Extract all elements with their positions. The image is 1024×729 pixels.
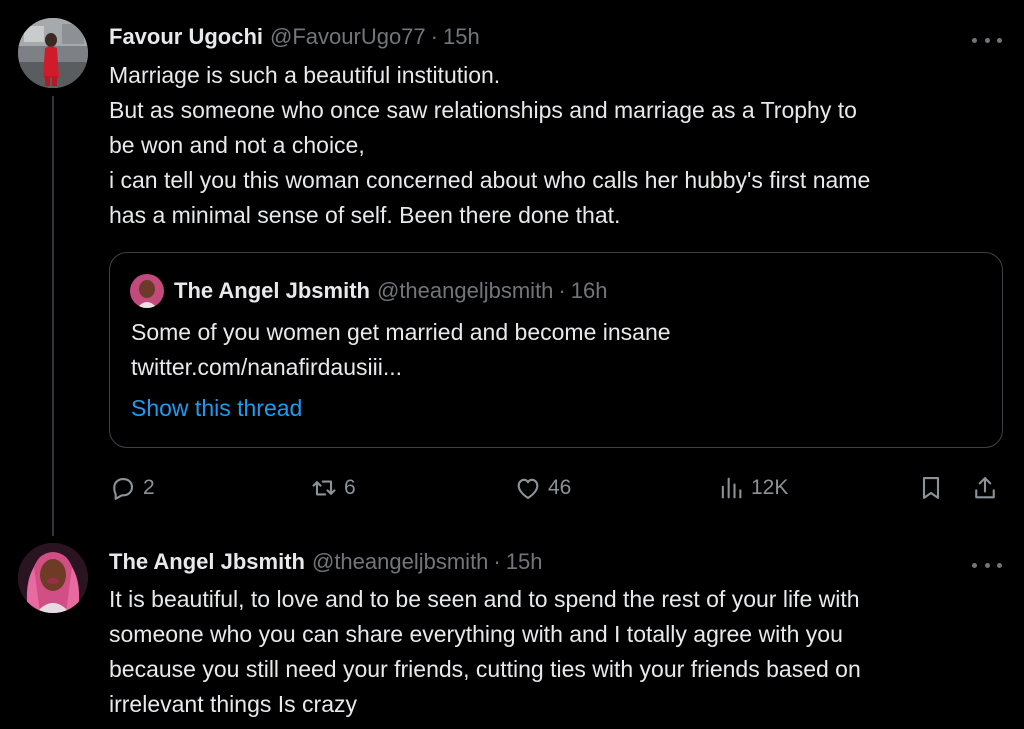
more-options-icon[interactable]	[972, 30, 1002, 50]
views-icon	[721, 477, 742, 499]
bookmark-button[interactable]	[917, 470, 945, 506]
retweet-button[interactable]: 6	[310, 470, 356, 506]
timestamp[interactable]: 15h	[506, 549, 543, 575]
quoted-tweet-text: Some of you women get married and become…	[131, 315, 991, 385]
author-name[interactable]: Favour Ugochi	[109, 24, 263, 50]
retweet-icon	[312, 480, 336, 496]
tweet-action-bar: 2 6 46 12K	[109, 470, 1004, 506]
quoted-author-handle: @theangeljbsmith	[376, 278, 554, 303]
share-button[interactable]	[971, 470, 999, 506]
tweet-text: It is beautiful, to love and to be seen …	[109, 582, 1004, 722]
timestamp[interactable]: 15h	[443, 24, 480, 50]
reply-count: 2	[143, 476, 155, 499]
show-thread-link[interactable]: Show this thread	[131, 391, 302, 426]
author-handle[interactable]: @FavourUgo77	[270, 24, 426, 50]
separator-dot: ·	[493, 549, 501, 574]
like-count: 46	[548, 476, 572, 499]
quoted-tweet-header: The Angel Jbsmith @theangeljbsmith · 16h	[130, 274, 608, 308]
separator-dot: ·	[558, 278, 566, 303]
heart-icon	[517, 478, 539, 499]
more-options-icon[interactable]	[972, 555, 1002, 575]
quoted-text-line: Some of you women get married and become…	[131, 319, 671, 345]
author-handle[interactable]: @theangeljbsmith	[312, 549, 488, 575]
views-count: 12K	[751, 476, 789, 499]
tweet-thread: Favour Ugochi @FavourUgo77 · 15h Marriag…	[0, 0, 1024, 729]
tweet-text-line: because you still need your friends, cut…	[109, 656, 861, 682]
bookmark-icon	[922, 477, 940, 499]
reply-icon	[113, 477, 134, 500]
thread-connector-line	[52, 96, 54, 536]
quoted-link[interactable]: twitter.com/nanafirdausiii...	[131, 350, 991, 385]
quoted-timestamp: 16h	[570, 278, 608, 303]
tweet-text-line: i can tell you this woman concerned abou…	[109, 167, 871, 193]
retweet-count: 6	[344, 476, 356, 499]
share-icon	[975, 477, 995, 499]
views-button[interactable]: 12K	[717, 470, 788, 506]
tweet-text-line: someone who you can share everything wit…	[109, 621, 843, 647]
like-button[interactable]: 46	[514, 470, 571, 506]
tweet-text-line: Marriage is such a beautiful institution…	[109, 62, 501, 88]
reply-button[interactable]: 2	[109, 470, 155, 506]
author-name[interactable]: The Angel Jbsmith	[109, 549, 305, 575]
separator-dot: ·	[430, 24, 438, 49]
tweet-header: The Angel Jbsmith @theangeljbsmith · 15h	[109, 545, 542, 579]
tweet-text-line: be won and not a choice,	[109, 132, 365, 158]
tweet-text-line: But as someone who once saw relationship…	[109, 97, 857, 123]
tweet-text: Marriage is such a beautiful institution…	[109, 58, 1004, 233]
tweet-text-line: has a minimal sense of self. Been there …	[109, 202, 621, 228]
quoted-tweet-card[interactable]: The Angel Jbsmith @theangeljbsmith · 16h…	[109, 252, 1003, 448]
avatar[interactable]	[18, 18, 88, 88]
quoted-author-name: The Angel Jbsmith	[174, 278, 370, 303]
avatar[interactable]	[18, 543, 88, 613]
tweet-header: Favour Ugochi @FavourUgo77 · 15h	[109, 20, 480, 54]
tweet-text-line: irrelevant things Is crazy	[109, 691, 357, 717]
tweet-text-line: It is beautiful, to love and to be seen …	[109, 586, 860, 612]
quoted-avatar	[130, 274, 164, 308]
